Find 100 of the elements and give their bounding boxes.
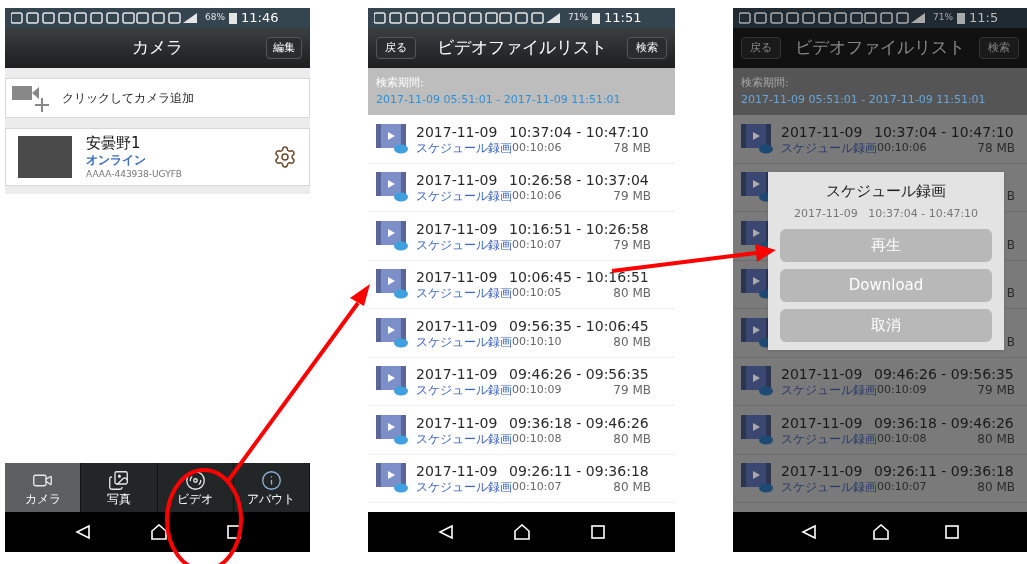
file-time-range: 09:46:26 - 09:56:35	[509, 365, 649, 383]
file-duration: 00:10:07	[512, 479, 562, 495]
video-file-row[interactable]: 2017-11-09 10:37:04 - 10:47:10 スケジュール録画00:10:06 78 MB	[733, 115, 1027, 164]
back-nav-icon[interactable]	[800, 524, 817, 540]
add-camera-row[interactable]: クリックしてカメラ追加	[5, 78, 310, 118]
search-button[interactable]: 検索	[979, 37, 1019, 59]
video-file-row[interactable]: 2017-11-09 10:16:51 - 10:26:58 スケジュール録画00:10:07 79 MB	[368, 212, 675, 261]
file-date: 2017-11-09	[416, 122, 499, 140]
battery-percent: 68%	[205, 11, 225, 25]
dialog-title: スケジュール録画	[826, 181, 946, 202]
recording-type: スケジュール録画	[416, 236, 512, 254]
video-file-row[interactable]: 2017-11-09 09:36:18 - 09:46:26 スケジュール録画00:10:08 80 MB	[733, 406, 1027, 455]
camera-status: オンライン	[86, 152, 147, 168]
file-size: B	[1006, 285, 1015, 303]
file-size: 79 MB	[977, 382, 1015, 400]
settings-icon[interactable]	[273, 145, 297, 169]
file-size: B	[1006, 236, 1015, 254]
search-period: 2017-11-09 05:51:01 - 2017-11-09 11:51:01	[376, 91, 622, 108]
home-nav-icon[interactable]	[872, 524, 890, 540]
file-duration: 00:10:09	[877, 382, 927, 398]
info-icon	[260, 469, 282, 491]
screen-title: カメラ	[132, 36, 183, 60]
film-reel-icon	[184, 469, 206, 491]
video-file-row[interactable]: 2017-11-09 09:56:35 - 10:06:45 スケジュール録画00:10:10 80 MB	[368, 309, 675, 358]
photos-icon	[108, 469, 130, 491]
video-file-row[interactable]: 2017-11-09 09:46:26 - 09:56:35 スケジュール録画00:10:09 79 MB	[368, 357, 675, 406]
search-period: 2017-11-09 05:51:01 - 2017-11-09 11:51:01	[741, 91, 987, 108]
file-date: 2017-11-09	[781, 462, 864, 480]
file-size: 80 MB	[613, 479, 651, 497]
file-duration: 00:10:05	[512, 285, 562, 301]
file-date: 2017-11-09	[781, 365, 864, 383]
screen-title: ビデオファイルリスト	[435, 36, 608, 60]
dialog-subtitle: 2017-11-09 10:37:04 - 10:47:10	[793, 205, 979, 222]
back-nav-icon[interactable]	[74, 524, 91, 540]
file-duration: 00:10:09	[512, 382, 562, 398]
period-label: 検索期間:	[741, 75, 790, 91]
file-size: 79 MB	[613, 382, 651, 400]
file-time-range: 09:26:11 - 09:36:18	[509, 462, 649, 480]
tab[interactable]: カメラ	[5, 463, 82, 512]
file-date: 2017-11-09	[781, 122, 864, 140]
video-file-icon	[376, 269, 408, 300]
back-button[interactable]: 戻る	[741, 37, 781, 59]
file-size: 78 MB	[613, 139, 651, 157]
add-camera-icon	[12, 84, 52, 112]
home-nav-icon[interactable]	[149, 524, 168, 540]
camera-card[interactable]: 安曇野1 オンライン AAAA-443938-UGYFB	[5, 128, 310, 186]
file-time-range: 10:06:45 - 10:16:51	[509, 268, 649, 286]
video-file-row[interactable]: 2017-11-09 10:37:04 - 10:47:10 スケジュール録画00:10:06 78 MB	[368, 115, 675, 164]
file-duration: 00:10:06	[512, 139, 562, 156]
status-time: 11:51	[604, 9, 642, 28]
file-size: 80 MB	[613, 430, 651, 448]
video-file-icon	[741, 414, 773, 445]
back-nav-icon[interactable]	[437, 524, 454, 540]
file-duration: 00:10:07	[512, 236, 562, 253]
file-date: 2017-11-09	[416, 316, 499, 334]
file-duration: 00:10:08	[512, 430, 562, 447]
file-size: 80 MB	[613, 285, 651, 303]
video-file-icon	[741, 463, 773, 494]
file-size: B	[1006, 333, 1015, 351]
recording-type: スケジュール録画	[781, 479, 877, 497]
photo-placeholder	[18, 136, 72, 178]
video-file-icon	[376, 414, 408, 445]
recording-type: スケジュール録画	[416, 333, 512, 351]
file-time-range: 09:36:18 - 09:46:26	[509, 413, 649, 431]
search-button[interactable]: 検索	[627, 37, 667, 59]
recording-type: スケジュール録画	[416, 188, 512, 206]
file-date: 2017-11-09	[416, 413, 499, 431]
file-date: 2017-11-09	[416, 171, 499, 189]
recording-type: スケジュール録画	[416, 382, 512, 400]
video-file-row[interactable]: 2017-11-09 09:46:26 - 09:56:35 スケジュール録画00:10:09 79 MB	[733, 357, 1027, 406]
home-nav-icon[interactable]	[513, 524, 532, 540]
recents-nav-icon[interactable]	[945, 525, 960, 539]
file-time-range: 10:37:04 - 10:47:10	[509, 122, 649, 140]
video-file-row[interactable]: 2017-11-09 10:26:58 - 10:37:04 スケジュール録画00:10:06 79 MB	[368, 163, 675, 212]
file-date: 2017-11-09	[781, 413, 864, 431]
file-size: 80 MB	[613, 333, 651, 351]
video-file-icon	[741, 366, 773, 397]
video-file-row[interactable]: 2017-11-09 09:26:11 - 09:36:18 スケジュール録画00:10:07 80 MB	[368, 454, 675, 503]
file-duration: 00:10:06	[512, 188, 562, 204]
file-date: 2017-11-09	[416, 268, 499, 286]
video-file-row[interactable]: 2017-11-09 09:36:18 - 09:46:26 スケジュール録画00:10:08 80 MB	[368, 406, 675, 455]
recording-type: スケジュール録画	[416, 139, 512, 157]
recording-type: スケジュール録画	[781, 382, 877, 400]
file-duration: 00:10:07	[877, 479, 927, 495]
edit-button[interactable]: 編集	[266, 37, 302, 59]
file-duration: 00:10:10	[512, 333, 562, 350]
video-file-row[interactable]: 2017-11-09 09:26:11 - 09:36:18 スケジュール録画00:10:07 80 MB	[733, 454, 1027, 503]
file-duration: 00:10:06	[877, 139, 927, 156]
video-file-icon	[376, 220, 408, 251]
period-label: 検索期間:	[376, 75, 425, 91]
camera-name: 安曇野1	[86, 134, 142, 152]
recents-nav-icon[interactable]	[591, 525, 606, 539]
file-date: 2017-11-09	[416, 462, 499, 480]
file-size: 79 MB	[613, 188, 651, 206]
video-file-row[interactable]: 2017-11-09 10:06:45 - 10:16:51 スケジュール録画00:10:05 80 MB	[368, 260, 675, 309]
file-time-range: 09:46:26 - 09:56:35	[874, 365, 1014, 383]
file-size: 78 MB	[977, 139, 1015, 157]
video-file-icon	[376, 463, 408, 494]
back-button[interactable]: 戻る	[376, 37, 416, 59]
recents-nav-icon[interactable]	[226, 525, 241, 539]
